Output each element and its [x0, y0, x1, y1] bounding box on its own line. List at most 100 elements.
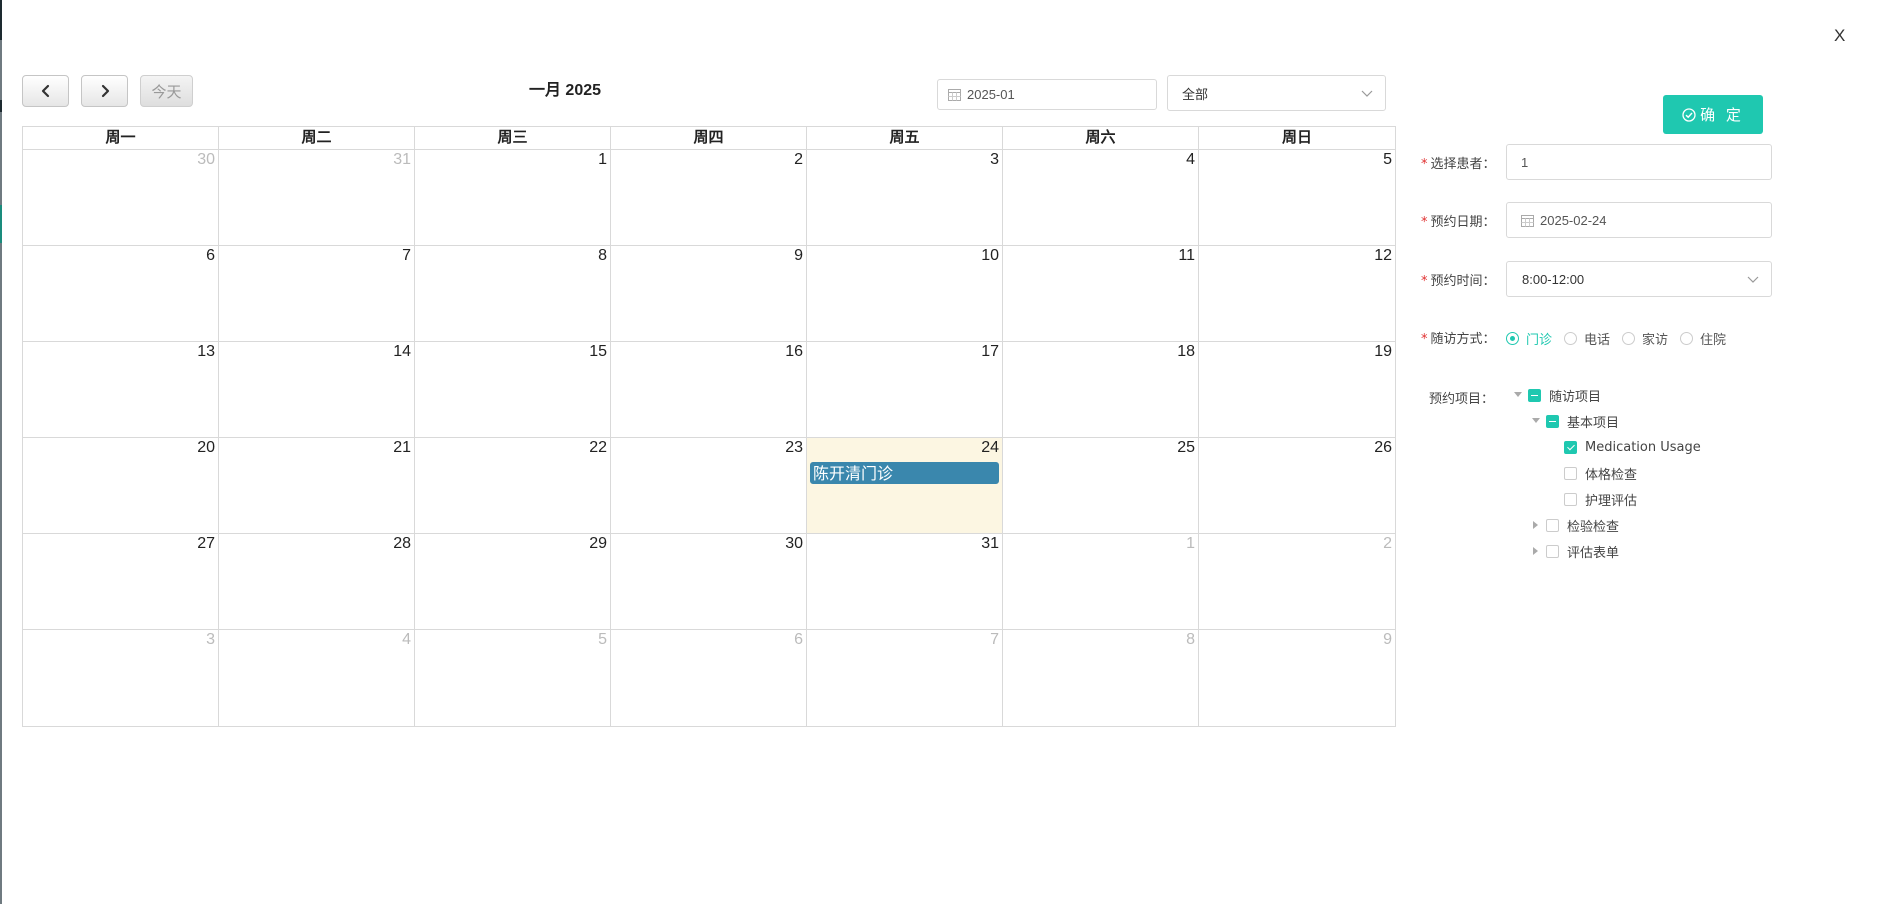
day-cell[interactable]: 26 [1199, 438, 1395, 534]
day-cell[interactable]: 16 [611, 342, 807, 438]
tree-node-label: 检验检查 [1567, 519, 1620, 535]
day-number: 30 [197, 151, 215, 168]
day-cell[interactable]: 9 [611, 246, 807, 342]
items-tree: 随访项目 基本项目 Medication Usage 体格检查 护理评估 检验检查 评估表单 [1510, 382, 1701, 564]
day-cell[interactable]: 23 [611, 438, 807, 534]
day-cell-today[interactable]: 24 陈开清门诊 [807, 438, 1003, 534]
close-button[interactable]: X [1834, 26, 1845, 46]
tree-checkbox[interactable] [1546, 518, 1559, 532]
month-calendar: 周一 周二 周三 周四 周五 周六 周日 30 31 1 2 3 4 5 6 7 8 9 10 11 12 13 14 15… [22, 126, 1396, 727]
caret-right-icon[interactable] [1528, 517, 1544, 533]
day-cell[interactable]: 31 [807, 534, 1003, 630]
day-cell[interactable]: 5 [1199, 150, 1395, 246]
day-cell[interactable]: 31 [219, 150, 415, 246]
date-input[interactable]: 2025-02-24 [1506, 202, 1772, 238]
method-label: * 随访方式： [1421, 332, 1496, 347]
day-cell[interactable]: 10 [807, 246, 1003, 342]
day-cell[interactable]: 28 [219, 534, 415, 630]
day-cell[interactable]: 25 [1003, 438, 1199, 534]
tree-checkbox[interactable] [1546, 414, 1559, 428]
day-cell[interactable]: 12 [1199, 246, 1395, 342]
day-cell[interactable]: 29 [415, 534, 611, 630]
radio-label: 住院 [1700, 333, 1727, 348]
day-number: 19 [1374, 343, 1392, 360]
day-cell[interactable]: 4 [219, 630, 415, 726]
prev-month-button[interactable] [22, 75, 69, 107]
required-mark: * [1421, 332, 1428, 347]
time-select[interactable]: 8:00-12:00 [1506, 261, 1772, 297]
caret-right-icon[interactable] [1528, 543, 1544, 559]
day-number: 12 [1374, 247, 1392, 264]
method-radio-option[interactable]: 门诊 [1506, 329, 1552, 348]
day-cell[interactable]: 21 [219, 438, 415, 534]
day-number: 16 [785, 343, 803, 360]
tree-checkbox[interactable] [1564, 492, 1577, 506]
day-cell[interactable]: 6 [611, 630, 807, 726]
caret-down-icon[interactable] [1528, 413, 1544, 429]
tree-checkbox[interactable] [1564, 466, 1577, 480]
tree-checkbox[interactable] [1528, 388, 1541, 402]
tree-node: 护理评估 [1510, 486, 1701, 512]
chevron-down-icon [1361, 90, 1373, 97]
day-cell[interactable]: 15 [415, 342, 611, 438]
day-cell[interactable]: 27 [23, 534, 219, 630]
day-cell[interactable]: 17 [807, 342, 1003, 438]
confirm-button[interactable]: 确 定 [1663, 95, 1763, 134]
method-radio-option[interactable]: 家访 [1622, 329, 1668, 348]
day-cell[interactable]: 3 [807, 150, 1003, 246]
radio-circle [1680, 332, 1694, 345]
filter-select[interactable]: 全部 [1167, 75, 1386, 111]
day-cell[interactable]: 19 [1199, 342, 1395, 438]
day-cell[interactable]: 9 [1199, 630, 1395, 726]
weekday-header-cell: 周四 [611, 127, 807, 149]
day-number: 4 [1186, 151, 1195, 168]
calendar-days: 30 31 1 2 3 4 5 6 7 8 9 10 11 12 13 14 15 16 17 18 19 20 21 22 2… [23, 150, 1395, 726]
day-cell[interactable]: 3 [23, 630, 219, 726]
calendar-icon [1521, 214, 1534, 227]
check-circle-icon [1682, 107, 1696, 122]
day-cell[interactable]: 7 [807, 630, 1003, 726]
day-number: 1 [1186, 535, 1195, 552]
day-cell[interactable]: 4 [1003, 150, 1199, 246]
day-number: 6 [206, 247, 215, 264]
day-cell[interactable]: 1 [415, 150, 611, 246]
day-number: 9 [1383, 631, 1392, 648]
day-cell[interactable]: 30 [611, 534, 807, 630]
time-value: 8:00-12:00 [1522, 271, 1585, 287]
day-number: 3 [990, 151, 999, 168]
day-cell[interactable]: 7 [219, 246, 415, 342]
day-cell[interactable]: 1 [1003, 534, 1199, 630]
day-cell[interactable]: 2 [1199, 534, 1395, 630]
tree-node-label: 护理评估 [1585, 493, 1638, 509]
method-radio-option[interactable]: 住院 [1680, 329, 1726, 348]
day-cell[interactable]: 20 [23, 438, 219, 534]
next-month-button[interactable] [81, 75, 128, 107]
day-cell[interactable]: 18 [1003, 342, 1199, 438]
calendar-title: 一月 2025 [528, 82, 602, 99]
tree-checkbox[interactable] [1564, 440, 1577, 454]
day-cell[interactable]: 30 [23, 150, 219, 246]
month-picker-input[interactable]: 2025-01 [937, 79, 1157, 110]
method-radio-option[interactable]: 电话 [1564, 329, 1610, 348]
tree-checkbox[interactable] [1546, 544, 1559, 558]
day-cell[interactable]: 6 [23, 246, 219, 342]
day-number: 31 [393, 151, 411, 168]
patient-input[interactable]: 1 [1506, 144, 1772, 180]
day-cell[interactable]: 11 [1003, 246, 1199, 342]
day-cell[interactable]: 14 [219, 342, 415, 438]
day-cell[interactable]: 8 [1003, 630, 1199, 726]
caret-down-icon[interactable] [1510, 387, 1526, 403]
day-cell[interactable]: 22 [415, 438, 611, 534]
day-cell[interactable]: 5 [415, 630, 611, 726]
day-cell[interactable]: 13 [23, 342, 219, 438]
today-button[interactable]: 今天 [140, 75, 193, 107]
day-number: 11 [1178, 247, 1195, 264]
day-cell[interactable]: 2 [611, 150, 807, 246]
tree-node: Medication Usage [1510, 434, 1701, 460]
required-mark: * [1421, 215, 1428, 230]
day-cell[interactable]: 8 [415, 246, 611, 342]
day-number: 31 [981, 535, 999, 552]
weekday-header-cell: 周五 [807, 127, 1003, 149]
calendar-event[interactable]: 陈开清门诊 [810, 462, 999, 484]
